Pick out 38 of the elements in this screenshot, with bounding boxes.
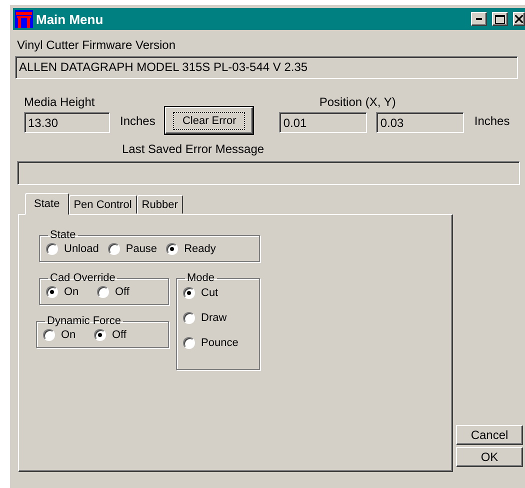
radio-button[interactable]: Off [94, 329, 136, 341]
group-title: State [49, 229, 77, 241]
clear-error-button[interactable]: Clear Error [165, 107, 254, 134]
firmware-field: ALLEN DATAGRAPH MODEL 315S PL-03-544 V 2.35 [15, 56, 518, 79]
position-x-field[interactable]: 0.01 [279, 112, 368, 133]
tab[interactable]: Rubber [136, 195, 183, 214]
radio-button[interactable]: On [46, 286, 88, 298]
radio-button[interactable]: Draw [183, 312, 249, 324]
radio-button[interactable]: Pause [108, 243, 158, 255]
app-icon [15, 10, 33, 28]
last-error-label: Last Saved Error Message [122, 142, 266, 156]
unit-label: Inches [474, 114, 510, 128]
radio-button[interactable]: On [43, 329, 85, 341]
close-button[interactable] [513, 12, 525, 26]
radio-button[interactable]: Cut [183, 287, 249, 299]
close-icon [515, 15, 523, 23]
maximize-button[interactable] [492, 12, 508, 26]
tab[interactable]: Pen Control [68, 195, 137, 214]
unit-label: Inches [120, 114, 156, 128]
media-height-label: Media Height [24, 95, 96, 109]
radio-button[interactable]: Ready [166, 243, 216, 255]
tab[interactable]: State [25, 193, 69, 215]
radio-button[interactable]: Off [97, 286, 139, 298]
radio-button[interactable]: Unload [46, 243, 99, 255]
group-title: Dynamic Force [46, 315, 122, 327]
maximize-icon [495, 14, 505, 24]
firmware-label: Vinyl Cutter Firmware Version [17, 38, 176, 52]
group-title: Cad Override [49, 272, 116, 284]
group-title: Mode [186, 272, 216, 284]
minimize-icon [476, 18, 482, 20]
window-title: Main Menu [36, 12, 104, 26]
ok-button[interactable]: OK [456, 447, 523, 467]
minimize-button[interactable] [471, 12, 487, 26]
position-label: Position (X, Y) [319, 95, 397, 109]
radio-button[interactable]: Pounce [183, 337, 249, 349]
media-height-field[interactable]: 13.30 [24, 112, 110, 133]
cancel-button[interactable]: Cancel [456, 425, 523, 445]
position-y-field[interactable]: 0.03 [376, 112, 464, 133]
